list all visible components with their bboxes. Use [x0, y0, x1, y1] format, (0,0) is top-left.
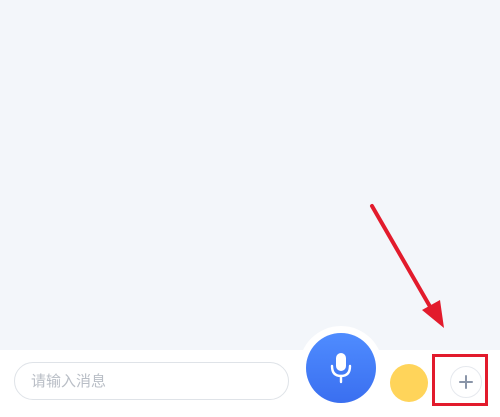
message-input[interactable] [14, 362, 289, 400]
plus-icon [459, 375, 473, 389]
more-options-button[interactable] [450, 366, 482, 398]
emoji-button[interactable] [390, 364, 428, 402]
microphone-icon [330, 353, 352, 384]
chat-message-area [0, 0, 500, 350]
voice-input-button[interactable] [306, 333, 376, 403]
